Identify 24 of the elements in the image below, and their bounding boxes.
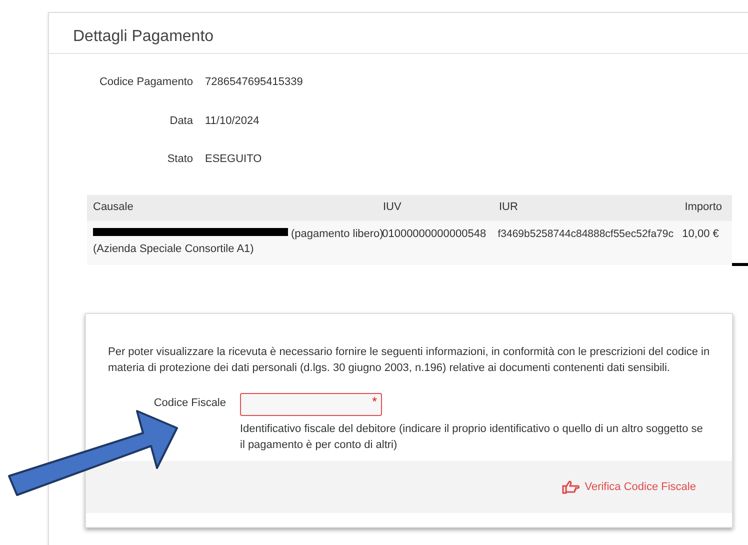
panel-title: Dettagli Pagamento: [73, 27, 214, 47]
dash-mark: [732, 263, 748, 266]
field-value: 11/10/2024: [205, 114, 260, 128]
table-cell-text: (Azienda Speciale Consortile A1): [93, 242, 255, 256]
input-field[interactable]: *: [240, 393, 382, 416]
info-text: Per poter visualizzare la ricevuta è necessario fornire le seguenti informazioni, in conformità con le prescrizioni del codice in materia di protezione dei dati personali (d.lgs. 30 giugno 2003, n.196) relative ai documenti contenenti dati sensibili.: [108, 345, 710, 376]
hint-text: Identificativo fiscale del debitore (indicare il proprio identificativo o quello di un altro soggetto se il pagamento è per conto di altri): [240, 422, 704, 453]
column-header: Importo: [684, 200, 722, 216]
field-label: Data: [168, 114, 193, 128]
column-header: Causale: [93, 200, 134, 216]
table-cell-text: 10,00 €: [682, 226, 720, 242]
field-value: 7286547695415339: [205, 75, 303, 90]
table-cell: (pagamento libero): [291, 226, 384, 242]
field-label: Codice Pagamento: [98, 75, 193, 90]
field-value: ESEGUITO: [205, 152, 262, 167]
pointing-hand-icon: [560, 479, 581, 495]
required-mark: *: [372, 393, 377, 411]
table-cell-text: 01000000000000548: [382, 226, 488, 242]
column-header: IUV: [383, 200, 402, 216]
table-cell-text: f3469b5258744c84888cf55ec52fa79c: [498, 226, 674, 242]
field-label: Codice Fiscale: [152, 396, 226, 411]
verify-button[interactable]: Verifica Codice Fiscale: [560, 478, 696, 496]
field-label: Stato: [166, 152, 193, 167]
column-header: IUR: [499, 200, 519, 216]
